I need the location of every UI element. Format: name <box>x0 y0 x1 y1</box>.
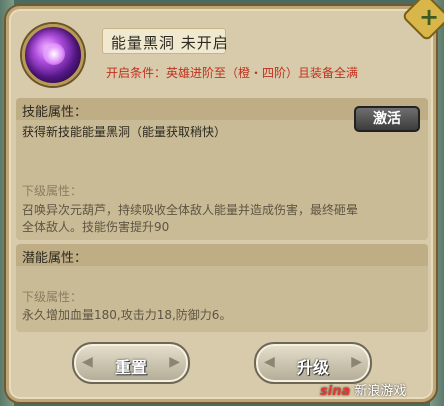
reset-button[interactable]: ◀ 重置 ▶ <box>72 342 190 384</box>
skill-attribute-section: 技能属性： 获得新技能能量黑洞（能量获取稍快） 激活 下级属性： 召唤异次元葫芦… <box>16 98 428 240</box>
skill-attribute-title: 技能属性： <box>22 105 88 120</box>
skill-header: 能量黑洞 未开启 开启条件：英雄进阶至（橙・四阶）且装备全满 <box>22 22 422 96</box>
sina-watermark: sina 新浪游戏 <box>320 380 406 399</box>
next-level-title: 下级属性： <box>22 184 83 198</box>
activate-button[interactable]: 激活 <box>354 106 420 132</box>
arrow-right-icon: ▶ <box>351 354 362 370</box>
skill-desc-line1: 召唤异次元葫芦，持续吸收全体敌人能量并造成伤害，最终砸晕 <box>22 203 359 217</box>
skill-desc-line2: 全体敌人。技能伤害提升90 <box>22 220 170 234</box>
energy-black-hole-orb-icon <box>22 24 84 86</box>
potential-attribute-header: 潜能属性： <box>16 244 428 266</box>
sina-logo: sina <box>320 384 351 399</box>
unlock-condition: 开启条件：英雄进阶至（橙・四阶）且装备全满 <box>106 66 359 80</box>
potential-attribute-section: 潜能属性： 下级属性： 永久增加血量180,攻击力18,防御力6。 <box>16 244 428 332</box>
upgrade-button[interactable]: ◀ 升级 ▶ <box>254 342 372 384</box>
potential-desc: 永久增加血量180,攻击力18,防御力6。 <box>22 308 232 322</box>
skill-title: 能量黑洞 未开启 <box>111 34 229 52</box>
skill-title-box: 能量黑洞 未开启 <box>102 28 229 54</box>
orb-core <box>43 43 65 65</box>
watermark-text: 新浪游戏 <box>354 384 407 399</box>
potential-next-level-title: 下级属性： <box>22 290 83 304</box>
skill-attribute-text: 获得新技能能量黑洞（能量获取稍快） <box>22 125 227 139</box>
arrow-right-icon: ▶ <box>169 354 180 370</box>
potential-attribute-title: 潜能属性： <box>22 251 88 266</box>
